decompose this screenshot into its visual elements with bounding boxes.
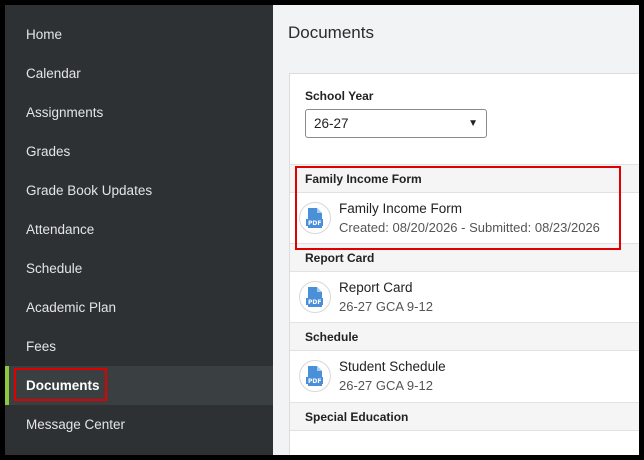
pdf-icon: PDF (299, 281, 331, 313)
documents-card: School Year 26-27 ▼ Family Income Form P… (289, 73, 639, 455)
sidebar-item-label: Attendance (26, 222, 95, 237)
sidebar-item-label: Documents (26, 378, 100, 393)
document-subtitle: 26-27 GCA 9-12 (339, 299, 433, 314)
sidebar-item-fees[interactable]: Fees (5, 327, 273, 366)
sidebar-item-schedule[interactable]: Schedule (5, 249, 273, 288)
school-year-value: 26-27 (314, 116, 349, 131)
sidebar-item-label: Academic Plan (26, 300, 117, 315)
svg-text:PDF: PDF (308, 299, 321, 306)
sidebar-item-label: Calendar (26, 66, 81, 81)
sidebar-item-label: Schedule (26, 261, 83, 276)
sidebar-item-label: Home (26, 27, 63, 42)
document-row-family-income-form[interactable]: PDF Family Income Form Created: 08/20/20… (290, 193, 639, 243)
sidebar-item-calendar[interactable]: Calendar (5, 54, 273, 93)
sidebar-item-grade-book-updates[interactable]: Grade Book Updates (5, 171, 273, 210)
dropdown-arrow-icon: ▼ (468, 118, 478, 129)
document-subtitle: 26-27 GCA 9-12 (339, 378, 433, 393)
sidebar-item-label: Grades (26, 144, 71, 159)
sidebar-item-label: Message Center (26, 417, 126, 432)
section-header-special-education: Special Education (290, 402, 639, 431)
sidebar-nav: Home Calendar Assignments Grades Grade B… (5, 5, 273, 455)
svg-text:PDF: PDF (308, 378, 321, 385)
pdf-icon: PDF (299, 360, 331, 392)
sidebar-item-attendance[interactable]: Attendance (5, 210, 273, 249)
sidebar-item-message-center[interactable]: Message Center (5, 405, 273, 444)
section-header-schedule: Schedule (290, 322, 639, 351)
page-title: Documents (288, 23, 374, 42)
document-title: Student Schedule (339, 359, 446, 374)
document-title: Family Income Form (339, 201, 463, 216)
sidebar-item-assignments[interactable]: Assignments (5, 93, 273, 132)
document-title: Report Card (339, 280, 413, 295)
document-row-report-card[interactable]: PDF Report Card 26-27 GCA 9-12 (290, 272, 639, 322)
svg-text:PDF: PDF (308, 220, 321, 227)
sidebar-item-label: Grade Book Updates (26, 183, 153, 198)
sidebar-item-grades[interactable]: Grades (5, 132, 273, 171)
sidebar-item-home[interactable]: Home (5, 15, 273, 54)
sidebar-item-academic-plan[interactable]: Academic Plan (5, 288, 273, 327)
window-frame: Home Calendar Assignments Grades Grade B… (0, 0, 644, 460)
section-header-family-income-form: Family Income Form (290, 164, 639, 193)
pdf-icon: PDF (299, 202, 331, 234)
sidebar-item-label: Fees (26, 339, 57, 354)
school-year-select[interactable]: 26-27 ▼ (305, 109, 487, 138)
sidebar-item-documents[interactable]: Documents (5, 366, 273, 405)
section-header-report-card: Report Card (290, 243, 639, 272)
sidebar-item-label: Assignments (26, 105, 104, 120)
document-row-student-schedule[interactable]: PDF Student Schedule 26-27 GCA 9-12 (290, 351, 639, 401)
document-subtitle: Created: 08/20/2026 - Submitted: 08/23/2… (339, 220, 600, 235)
school-year-label: School Year (305, 89, 374, 103)
main-content: Documents School Year 26-27 ▼ Family Inc… (273, 5, 639, 455)
